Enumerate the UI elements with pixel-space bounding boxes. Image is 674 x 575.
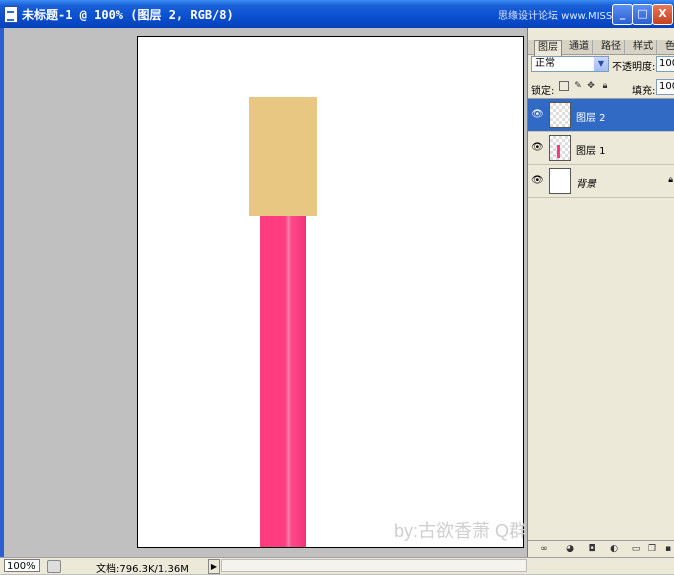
opacity-label: 不透明度: — [612, 62, 656, 73]
layer-row[interactable]: 👁︎ 图层 1 — [528, 132, 674, 165]
lock-brush-icon[interactable]: ✎ — [573, 81, 583, 91]
blend-mode-select[interactable]: 正常 ▼ — [531, 56, 609, 72]
lock-transparency-icon[interactable] — [559, 81, 569, 91]
eye-icon[interactable]: 👁︎ — [531, 175, 544, 187]
cap-shape[interactable] — [249, 97, 317, 216]
blend-mode-value: 正常 — [535, 58, 555, 69]
fill-input[interactable]: 100 — [656, 79, 674, 95]
layer-row[interactable]: 👁︎ 图层 2 — [528, 99, 674, 132]
layer-name: 图层 1 — [576, 146, 606, 157]
new-layer-icon[interactable]: ❐ — [646, 544, 658, 555]
mask-icon[interactable]: ◘ — [586, 544, 598, 555]
window-title: 未标题-1 @ 100% (图层 2, RGB/8) — [22, 8, 234, 22]
status-bar: 100% 文档:796.3K/1.36M ▶ — [0, 557, 674, 575]
horizontal-scrollbar[interactable] — [221, 559, 527, 572]
layer-row[interactable]: 👁︎ 背景 🔒︎ — [528, 165, 674, 198]
panel-tabs: 图层 通道 路径 样式 色 — [528, 40, 674, 56]
layers-list: 👁︎ 图层 2 👁︎ 图层 1 👁︎ 背景 🔒︎ — [528, 98, 674, 539]
lock-label: 锁定: — [531, 86, 555, 97]
lock-all-icon[interactable]: 🔒︎ — [600, 81, 610, 91]
tab-paths[interactable]: 路径 — [598, 40, 625, 54]
layer-style-icon[interactable]: ◕ — [564, 544, 576, 555]
document-size: 文档:796.3K/1.36M — [96, 564, 189, 575]
title-bar: 未标题-1 @ 100% (图层 2, RGB/8) 思缘设计论坛 www.MI… — [0, 0, 674, 28]
maximize-button[interactable]: □ — [632, 4, 653, 25]
status-info-icon[interactable] — [47, 560, 61, 573]
stick-shape[interactable] — [260, 216, 306, 547]
stick-thumbnail-shape — [557, 145, 560, 158]
layer-thumbnail — [549, 135, 571, 161]
layer-name: 图层 2 — [576, 113, 606, 124]
lock-icon: 🔒︎ — [668, 175, 673, 185]
zoom-field[interactable]: 100% — [4, 559, 40, 572]
eye-icon[interactable]: 👁︎ — [531, 109, 544, 121]
minimize-button[interactable]: _ — [612, 4, 633, 25]
chevron-down-icon[interactable]: ▼ — [594, 57, 608, 71]
tab-color[interactable]: 色 — [662, 40, 674, 54]
trash-icon[interactable]: ▪ — [662, 544, 674, 555]
fill-label: 填充: — [632, 86, 656, 97]
lock-move-icon[interactable]: ✥ — [586, 81, 596, 91]
layers-panel: 图层 通道 路径 样式 色 正常 ▼ 不透明度: 100 锁定: ✎ ✥ 🔒︎ … — [527, 28, 674, 559]
document-icon — [4, 6, 18, 23]
opacity-input[interactable]: 100 — [656, 56, 674, 72]
eye-icon[interactable]: 👁︎ — [531, 142, 544, 154]
tab-layers[interactable]: 图层 — [534, 40, 562, 56]
layer-name: 背景 — [576, 179, 596, 190]
adjustment-icon[interactable]: ◐ — [608, 544, 620, 555]
close-button[interactable]: X — [652, 4, 673, 25]
link-icon[interactable]: ∞ — [538, 544, 550, 555]
group-icon[interactable]: ▭ — [630, 544, 642, 555]
document-canvas[interactable] — [137, 36, 524, 548]
tab-channels[interactable]: 通道 — [566, 40, 593, 54]
layer-thumbnail — [549, 102, 571, 128]
layer-thumbnail — [549, 168, 571, 194]
status-menu-arrow[interactable]: ▶ — [208, 559, 220, 574]
tab-styles[interactable]: 样式 — [630, 40, 657, 54]
